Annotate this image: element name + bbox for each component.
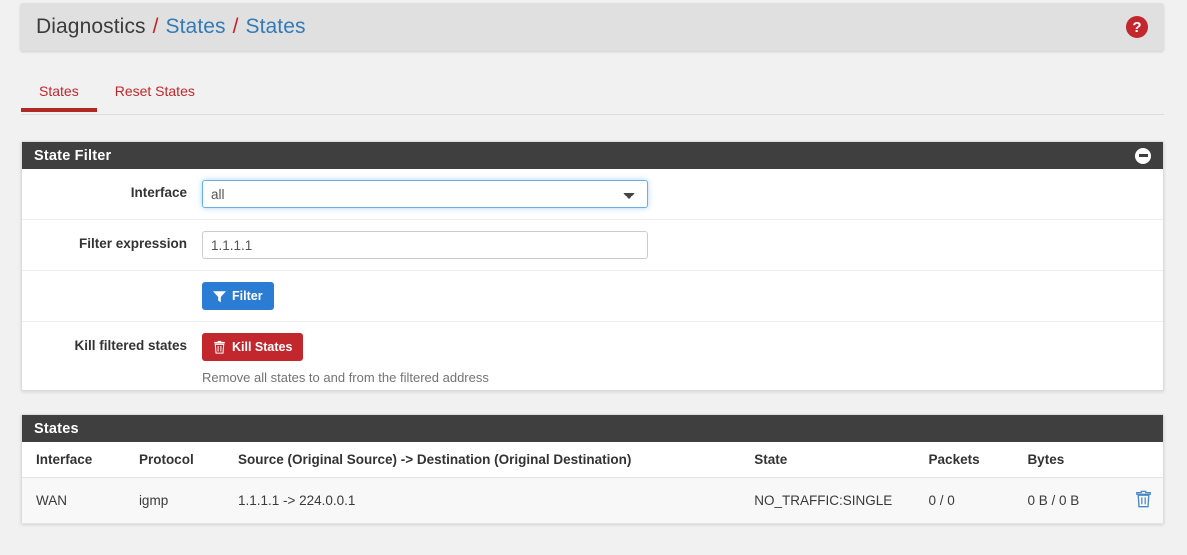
states-table-body: WAN igmp 1.1.1.1 -> 224.0.0.1 NO_TRAFFIC… (22, 477, 1163, 524)
states-table-head: Interface Protocol Source (Original Sour… (22, 442, 1163, 478)
states-panel: States Interface Protocol Source (Origin… (21, 414, 1164, 524)
state-filter-panel: State Filter Interface all Filter expres… (21, 141, 1164, 391)
cell-bytes: 0 B / 0 B (1019, 477, 1124, 524)
column-header-interface: Interface (22, 442, 131, 478)
filter-button-row: Filter (22, 271, 1163, 322)
states-table-header-row: Interface Protocol Source (Original Sour… (22, 442, 1163, 478)
breadcrumb-link-states-current[interactable]: States (245, 15, 305, 39)
funnel-icon (213, 290, 226, 303)
kill-states-button[interactable]: Kill States (202, 333, 304, 361)
tab-reset-states[interactable]: Reset States (97, 77, 213, 111)
cell-actions (1123, 477, 1163, 524)
tab-states[interactable]: States (21, 77, 97, 112)
column-header-bytes: Bytes (1019, 442, 1124, 478)
filter-expression-input[interactable] (202, 231, 648, 259)
column-header-source-destination: Source (Original Source) -> Destination … (229, 442, 747, 478)
trash-icon[interactable] (1135, 490, 1152, 508)
breadcrumb-root: Diagnostics (36, 15, 146, 38)
cell-protocol: igmp (130, 477, 230, 524)
filter-expression-row: Filter expression (22, 220, 1163, 271)
cell-source-destination: 1.1.1.1 -> 224.0.0.1 (229, 477, 747, 524)
column-header-packets: Packets (920, 442, 1020, 478)
states-panel-title: States (34, 420, 79, 437)
kill-states-help-text: Remove all states to and from the filter… (202, 370, 489, 385)
breadcrumb-link-states[interactable]: States (166, 15, 226, 39)
state-filter-panel-header: State Filter (22, 142, 1163, 169)
breadcrumb: Diagnostics / States / States ? (20, 3, 1164, 51)
breadcrumb-separator-2: / (232, 15, 239, 38)
kill-filtered-states-label: Kill filtered states (74, 338, 187, 353)
table-row: WAN igmp 1.1.1.1 -> 224.0.0.1 NO_TRAFFIC… (22, 477, 1163, 524)
filter-button-spacer (22, 282, 202, 287)
breadcrumb-separator-1: / (152, 15, 159, 38)
trash-icon (213, 340, 226, 354)
interface-label: Interface (130, 185, 187, 200)
column-header-protocol: Protocol (130, 442, 230, 478)
minus-circle-icon[interactable] (1135, 147, 1151, 164)
help-circle-icon[interactable]: ? (1126, 16, 1148, 38)
filter-expression-label: Filter expression (78, 236, 187, 251)
column-header-actions (1123, 442, 1163, 478)
filter-button[interactable]: Filter (202, 282, 274, 310)
page-root: Diagnostics / States / States ? States R… (0, 0, 1187, 555)
interface-select[interactable]: all (202, 180, 648, 208)
kill-states-row: Kill filtered states Kill States Remove … (22, 322, 1163, 396)
filter-button-label: Filter (232, 289, 263, 303)
cell-packets: 0 / 0 (920, 477, 1020, 524)
interface-row: Interface all (22, 169, 1163, 220)
cell-state: NO_TRAFFIC:SINGLE (746, 477, 921, 524)
cell-interface: WAN (22, 477, 131, 524)
state-filter-panel-title: State Filter (34, 147, 112, 164)
column-header-state: State (746, 442, 921, 478)
tab-bar: States Reset States (21, 77, 1164, 115)
kill-states-button-label: Kill States (232, 340, 293, 354)
states-panel-header: States (22, 415, 1163, 442)
states-table: Interface Protocol Source (Original Sour… (22, 442, 1163, 524)
